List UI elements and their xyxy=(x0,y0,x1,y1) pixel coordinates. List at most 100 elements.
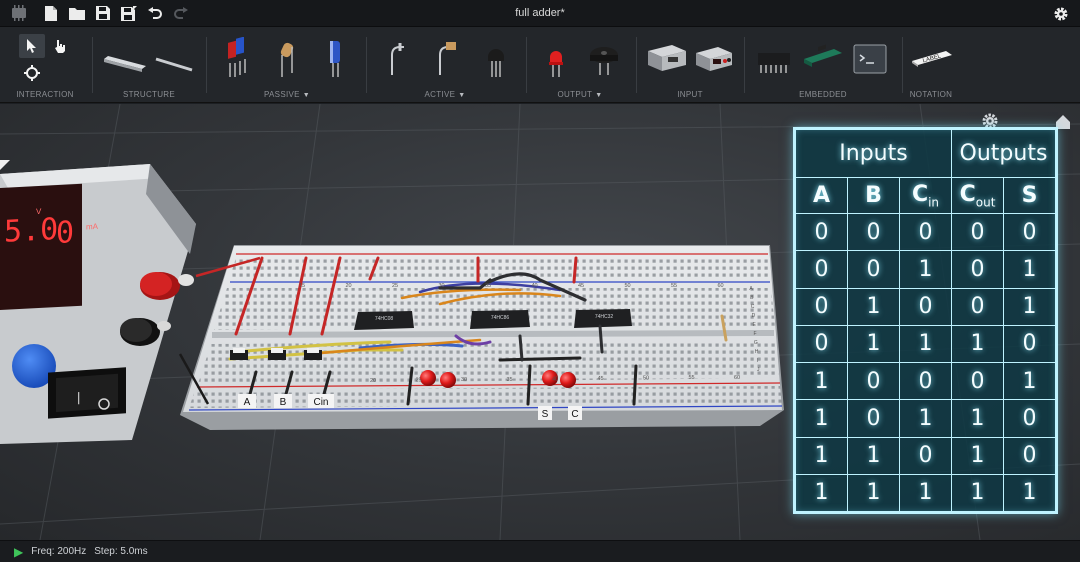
current-display: 0 xyxy=(56,215,74,251)
save-icon[interactable] xyxy=(90,0,116,27)
truth-table-cell: 0 xyxy=(847,361,900,401)
wire-component-icon[interactable] xyxy=(152,37,196,83)
truth-table-row: 00101 xyxy=(795,250,1056,289)
group-label-interaction: INTERACTION xyxy=(16,90,74,99)
toolbar-group-passive[interactable]: PASSIVE ▼ xyxy=(214,27,360,103)
undo-icon[interactable] xyxy=(142,0,168,27)
toolbar-group-output[interactable]: OUTPUT ▼ xyxy=(532,27,628,103)
function-generator-component-icon[interactable] xyxy=(644,37,688,83)
led-component-icon[interactable] xyxy=(538,37,574,83)
truth-table-cell: 0 xyxy=(1003,436,1056,475)
panel-collapse-icon[interactable] xyxy=(0,160,10,170)
input-label-b: B xyxy=(280,397,287,408)
truth-table-outputs-header: Outputs xyxy=(951,129,1056,178)
truth-table-cell: 1 xyxy=(951,436,1004,475)
truth-table-column-header: S xyxy=(1003,177,1056,214)
crosshair-probe-icon[interactable] xyxy=(19,61,45,85)
play-simulation-icon[interactable]: ▶ xyxy=(14,545,23,559)
column-number: 35 xyxy=(506,377,512,383)
circuit-3d-viewport[interactable]: 74HC08 74HC86 74HC32 A B Cin S C 15 20 2… xyxy=(0,104,1080,540)
chip-74hc08[interactable]: 74HC08 xyxy=(354,311,414,330)
row-letter: C xyxy=(751,304,755,310)
select-arrow-icon[interactable] xyxy=(19,34,45,58)
truth-table-cell: 0 xyxy=(951,250,1004,289)
terminal-console-icon[interactable] xyxy=(850,37,890,83)
output-dropdown-caret-icon[interactable]: ▼ xyxy=(595,92,602,99)
passive-dropdown-caret-icon[interactable]: ▼ xyxy=(303,92,310,99)
open-folder-icon[interactable] xyxy=(64,0,90,27)
column-number: 45 xyxy=(578,283,584,289)
row-letter: I xyxy=(757,358,758,364)
transistor-component-icon[interactable] xyxy=(478,37,514,83)
truth-table-cell: 1 xyxy=(951,473,1004,513)
truth-table-inputs-header: Inputs xyxy=(795,129,952,178)
capacitor-component-icon[interactable] xyxy=(318,37,354,83)
truth-table-cell: 1 xyxy=(899,473,952,513)
toolbar-group-notation: LABEL NOTATION xyxy=(906,27,956,103)
power-supply[interactable]: 5.0 0 V mA | xyxy=(0,164,196,444)
resistor-component-icon[interactable] xyxy=(268,37,304,83)
power-supply-component-icon[interactable] xyxy=(692,37,736,83)
group-label-passive: PASSIVE ▼ xyxy=(264,90,310,99)
truth-table-row: 10001 xyxy=(795,361,1056,401)
truth-table-cell: 0 xyxy=(847,399,900,438)
truth-table-cell: 1 xyxy=(899,250,952,289)
truth-table-column-header: B xyxy=(847,177,900,214)
truth-table-cell: 0 xyxy=(899,361,952,401)
group-label-structure: STRUCTURE xyxy=(122,90,176,99)
truth-table-cell: 1 xyxy=(1003,473,1056,513)
zener-component-icon[interactable] xyxy=(428,37,464,83)
toolbar-group-interaction: INTERACTION xyxy=(10,27,80,103)
truth-table-cell: 1 xyxy=(795,473,848,513)
truth-table-cell: 0 xyxy=(951,287,1004,326)
truth-table-row: 11010 xyxy=(795,436,1056,475)
settings-gear-icon[interactable] xyxy=(1048,0,1074,27)
breadboard[interactable]: 74HC08 74HC86 74HC32 xyxy=(180,245,784,430)
chip-74hc32[interactable]: 74HC32 xyxy=(574,309,632,328)
microcontroller-board-icon[interactable] xyxy=(800,37,844,83)
column-number: 60 xyxy=(734,375,740,381)
truth-table-cell: 1 xyxy=(899,399,952,438)
column-number: 15 xyxy=(299,283,305,289)
buzzer-component-icon[interactable] xyxy=(584,37,624,83)
truth-table-cell: 0 xyxy=(847,250,900,289)
new-file-icon[interactable] xyxy=(38,0,64,27)
toolbar-group-structure: STRUCTURE xyxy=(98,27,200,103)
viewport-home-icon[interactable] xyxy=(1056,115,1070,129)
truth-table-cell: 0 xyxy=(847,212,900,252)
column-number: 60 xyxy=(717,283,723,289)
toolbar-group-active[interactable]: ACTIVE ▼ xyxy=(372,27,518,103)
truth-table-cell: 1 xyxy=(1003,361,1056,401)
chip-74hc86-label: 74HC86 xyxy=(491,315,510,321)
app-logo-icon xyxy=(0,0,38,27)
truth-table-cell: 0 xyxy=(1003,399,1056,438)
truth-table-cell: 0 xyxy=(1003,324,1056,364)
truth-table-row: 01001 xyxy=(795,287,1056,326)
switch-component-icon[interactable] xyxy=(220,36,256,83)
redo-icon[interactable] xyxy=(168,0,194,27)
dip-switch[interactable] xyxy=(230,348,322,360)
truth-table-cell: 0 xyxy=(795,212,848,252)
diode-component-icon[interactable] xyxy=(378,37,414,83)
truth-table-cell: 1 xyxy=(847,473,900,513)
truth-table-overlay: Inputs Outputs A B Cin Cout S 00000001010100… xyxy=(793,127,1058,514)
power-rocker-switch[interactable]: | xyxy=(48,367,126,419)
ic-chip-component-icon[interactable] xyxy=(752,37,796,83)
chip-74hc86[interactable]: 74HC86 xyxy=(470,310,530,329)
step-readout: Step: 5.0ms xyxy=(94,546,148,557)
active-dropdown-caret-icon[interactable]: ▼ xyxy=(458,92,465,99)
breadboard-component-icon[interactable] xyxy=(100,37,148,83)
truth-table-cell: 1 xyxy=(1003,287,1056,326)
truth-table-cell: 1 xyxy=(899,324,952,364)
input-label-a: A xyxy=(244,397,251,408)
column-number: 40 xyxy=(531,283,537,289)
input-label-cin: Cin xyxy=(313,397,328,408)
hand-pointer-icon[interactable] xyxy=(47,34,73,58)
label-tag-component-icon[interactable]: LABEL xyxy=(908,37,954,83)
column-number: 50 xyxy=(624,283,630,289)
column-number: 50 xyxy=(643,376,649,382)
truth-table-row: 11111 xyxy=(795,473,1056,513)
column-number: 20 xyxy=(370,378,376,384)
truth-table-column-header: Cin xyxy=(899,177,952,214)
save-as-icon[interactable] xyxy=(116,0,142,27)
